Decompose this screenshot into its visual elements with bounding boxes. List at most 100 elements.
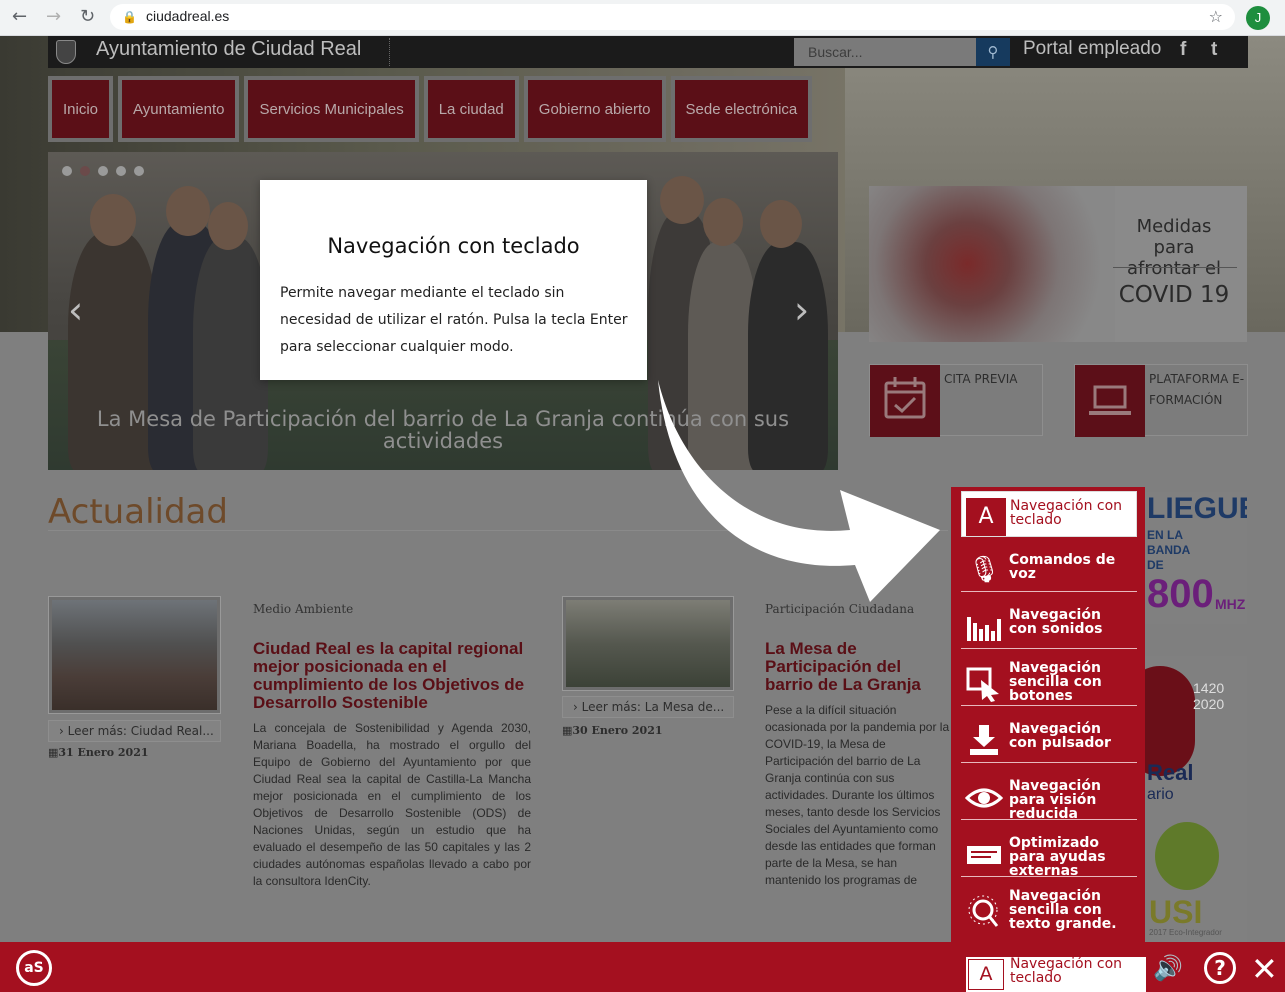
reload-icon[interactable]: ↻ — [80, 6, 95, 27]
banner-text-banda: EN LA BANDA DE — [1147, 528, 1190, 572]
menu-item-ayudas-externas[interactable]: Optimizado para ayudas externas — [961, 827, 1137, 878]
accessibility-bottom-bar: aS A Navegación con teclado 🔊 ? ✕ — [0, 942, 1285, 992]
menu-item-navegacion-botones[interactable]: Navegación sencilla con botones — [961, 656, 1137, 706]
article-headline[interactable]: Ciudad Real es la capital regional mejor… — [253, 640, 533, 712]
search-input[interactable] — [794, 38, 976, 66]
slider-dot[interactable] — [98, 166, 108, 176]
forward-arrow-icon[interactable]: → — [46, 6, 61, 27]
nav-item-gobierno-abierto[interactable]: Gobierno abierto — [523, 76, 666, 142]
dusi-text: USI — [1149, 894, 1203, 930]
menu-item-navegacion-pulsador[interactable]: Navegación con pulsador — [961, 713, 1137, 763]
menu-item-navegacion-teclado[interactable]: A Navegación con teclado — [961, 491, 1137, 537]
address-bar[interactable]: 🔒 ciudadreal.es ☆ — [110, 4, 1235, 30]
main-navigation: Inicio Ayuntamiento Servicios Municipale… — [48, 76, 813, 142]
slider-dots — [62, 166, 144, 176]
profile-avatar[interactable]: J — [1246, 6, 1270, 30]
menu-item-label: Navegación sencilla con botones — [1009, 660, 1102, 704]
chevron-right-icon: › — [59, 724, 68, 738]
keyboard-a-icon: A — [966, 498, 1006, 536]
dusi-banner[interactable]: USI 2017 Eco-Integrador — [1145, 816, 1247, 942]
slider-person-head — [660, 176, 704, 224]
menu-item-label: Navegación con teclado — [1010, 498, 1123, 528]
aniversario-banner[interactable]: 1420 2020 Real ario — [1145, 656, 1247, 816]
banda-800mhz-banner[interactable]: LIEGUE EN LA BANDA DE 800 MHZ — [1145, 492, 1247, 624]
banner-text-despliegue: LIEGUE — [1147, 492, 1247, 525]
chevron-right-icon: › — [573, 700, 582, 714]
read-more-button[interactable]: › Leer más: Ciudad Real... — [48, 720, 221, 742]
slider-dot[interactable] — [80, 166, 90, 176]
calendar-icon: ▦ — [48, 746, 59, 759]
laptop-icon — [1075, 365, 1145, 437]
mode-tooltip: Navegación con teclado Permite navegar m… — [260, 180, 647, 380]
virus-image — [869, 186, 1115, 342]
article-category[interactable]: Medio Ambiente — [253, 602, 353, 616]
read-more-button[interactable]: › Leer más: La Mesa de... — [562, 696, 734, 718]
menu-item-navegacion-sonidos[interactable]: Navegación con sonidos — [961, 599, 1137, 649]
menu-item-comandos-voz[interactable]: 🎙 Comandos de voz — [961, 542, 1137, 592]
help-icon[interactable]: ? — [1204, 952, 1236, 984]
search-icon: ⚲ — [987, 43, 999, 61]
menu-item-vision-reducida[interactable]: Navegación para visión reducida — [961, 770, 1137, 822]
back-arrow-icon[interactable]: ← — [12, 6, 27, 27]
covid-banner[interactable]: Medidas para afrontar el COVID 19 — [869, 186, 1247, 342]
tooltip-text: Permite navegar mediante el teclado sin … — [280, 285, 628, 355]
article-thumbnail[interactable] — [48, 596, 221, 714]
sound-bars-icon — [965, 609, 1003, 645]
banner-text-mhz: MHZ — [1215, 596, 1246, 612]
facebook-icon[interactable]: f — [1180, 39, 1186, 61]
slider-next-icon[interactable]: › — [794, 288, 809, 332]
section-title: Actualidad — [48, 492, 228, 532]
article-thumbnail[interactable] — [562, 596, 734, 691]
bookmark-star-icon[interactable]: ☆ — [1209, 7, 1223, 26]
slider-dot[interactable] — [134, 166, 144, 176]
current-mode-label: Navegación con teclado — [1010, 956, 1123, 986]
keyboard-a-icon: A — [968, 959, 1004, 990]
calendar-icon: ▦ — [562, 724, 573, 737]
nav-item-inicio[interactable]: Inicio — [48, 76, 114, 142]
eye-icon — [964, 780, 1004, 816]
nav-item-la-ciudad[interactable]: La ciudad — [423, 76, 519, 142]
browser-toolbar: ← → ↻ 🔒 ciudadreal.es ☆ J — [0, 0, 1285, 36]
article-headline[interactable]: La Mesa de Participación del barrio de L… — [765, 640, 951, 696]
city-crest-logo[interactable] — [56, 40, 76, 64]
portal-empleado-link[interactable]: Portal empleado — [1023, 38, 1161, 60]
quick-link-e-formacion[interactable]: PLATAFORMA E-FORMACIÓN — [1074, 364, 1248, 437]
nav-item-ayuntamiento[interactable]: Ayuntamiento — [118, 76, 240, 142]
slider-dot[interactable] — [116, 166, 126, 176]
menu-item-label: Navegación sencilla con texto grande. — [1009, 888, 1117, 932]
aniversario-ario: ario — [1147, 786, 1174, 803]
search-button[interactable]: ⚲ — [976, 38, 1010, 66]
read-more-label: Leer más: La Mesa de... — [581, 700, 725, 714]
current-mode-button[interactable]: A Navegación con teclado — [966, 957, 1146, 992]
menu-item-label: Navegación para visión reducida — [1009, 778, 1101, 822]
slider-person-head — [760, 200, 802, 248]
slider-person-head — [208, 202, 248, 250]
divider — [389, 38, 390, 66]
screen-reader-icon — [965, 837, 1003, 873]
quick-link-label: PLATAFORMA E-FORMACIÓN — [1149, 372, 1245, 407]
twitter-icon[interactable]: t — [1211, 39, 1217, 61]
menu-item-texto-grande[interactable]: Navegación sencilla con texto grande. — [961, 884, 1137, 940]
accessibility-logo-icon[interactable]: aS — [16, 950, 52, 986]
covid-heading: Medidas para afrontar el — [1126, 216, 1222, 279]
article-date: ▦31 Enero 2021 — [48, 746, 149, 759]
slider-person-head — [166, 186, 210, 236]
nav-item-servicios[interactable]: Servicios Municipales — [244, 76, 419, 142]
close-icon[interactable]: ✕ — [1251, 950, 1278, 988]
covid-title: COVID 19 — [1118, 282, 1230, 308]
slider-dot[interactable] — [62, 166, 72, 176]
site-title[interactable]: Ayuntamiento de Ciudad Real — [96, 38, 361, 61]
microphone-icon: 🎙 — [967, 555, 1001, 585]
article-date-text: 31 Enero 2021 — [58, 746, 149, 759]
nav-item-sede-electronica[interactable]: Sede electrónica — [670, 76, 813, 142]
article-date-text: 30 Enero 2021 — [572, 724, 663, 737]
menu-item-label: Navegación con sonidos — [1009, 607, 1103, 637]
url-text[interactable]: ciudadreal.es — [146, 8, 229, 24]
magnifier-text-icon — [965, 894, 1003, 930]
read-more-label: Leer más: Ciudad Real... — [67, 724, 214, 738]
slider-prev-icon[interactable]: ‹ — [68, 288, 83, 332]
sound-icon[interactable]: 🔊 — [1153, 954, 1183, 982]
covid-divider — [1113, 267, 1237, 268]
lock-icon: 🔒 — [122, 10, 137, 24]
banner-text-800: 800 — [1147, 572, 1214, 616]
